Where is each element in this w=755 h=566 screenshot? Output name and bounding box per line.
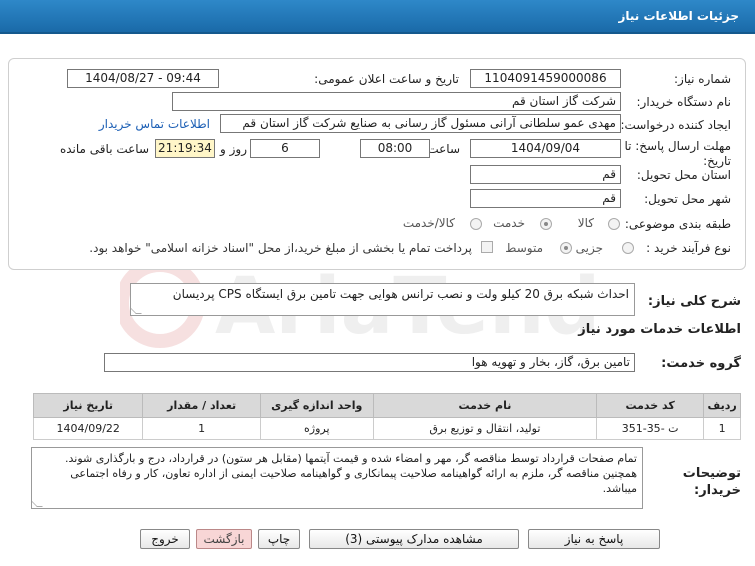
days-remaining-field: 6: [250, 139, 320, 158]
service-group-label: گروه خدمت:: [661, 356, 741, 371]
buyer-contact-link[interactable]: اطلاعات تماس خریدار: [99, 117, 210, 131]
back-button[interactable]: بازگشت: [196, 529, 252, 549]
delivery-city-label: شهر محل تحویل:: [644, 192, 731, 206]
table-cell: پروژه: [259, 417, 374, 440]
notes-label-2: خریدار:: [694, 483, 741, 498]
column-header: تعداد / مقدار: [142, 393, 261, 418]
table-cell: 1: [142, 417, 261, 440]
remaining-time-label: ساعت باقی مانده: [59, 142, 149, 156]
reply-button[interactable]: پاسخ به نیاز: [528, 529, 660, 549]
services-section-title: اطلاعات خدمات مورد نیاز: [578, 322, 741, 337]
page-title: جزئیات اطلاعات نیاز: [618, 9, 739, 23]
need-number-label: شماره نیاز:: [674, 72, 731, 86]
column-header: واحد اندازه گیری: [259, 393, 374, 418]
services-table: ردیف کد خدمت نام خدمت واحد اندازه گیری ت…: [32, 393, 741, 440]
summary-field: احداث شبکه برق 20 کیلو ولت و نصب ترانس ه…: [130, 283, 635, 316]
deadline-time-field: 08:00: [360, 139, 430, 158]
notes-label-1: توضیحات: [682, 466, 741, 481]
table-cell: 1404/09/22: [32, 417, 144, 440]
deadline-date-label: تاریخ:: [703, 154, 731, 168]
exit-button[interactable]: خروج: [140, 529, 190, 549]
need-number-field: 1104091459000086: [470, 69, 621, 88]
column-header: ردیف: [703, 393, 741, 418]
announce-date-label: تاریخ و ساعت اعلان عمومی:: [314, 72, 459, 86]
buyer-notes-text: تمام صفحات قرارداد توسط مناقصه گر، مهر و…: [65, 452, 637, 495]
header-bar: جزئیات اطلاعات نیاز: [0, 0, 755, 34]
category-goods-radio[interactable]: [608, 218, 620, 230]
category-goods-service-radio[interactable]: [470, 218, 482, 230]
treasury-checkbox[interactable]: [481, 241, 493, 253]
table-cell: 1: [703, 417, 741, 440]
delivery-province-label: استان محل تحویل:: [636, 168, 731, 182]
delivery-province-field: قم: [470, 165, 621, 184]
announce-date-field: 1404/08/27 - 09:44: [67, 69, 219, 88]
deadline-date-field: 1404/09/04: [470, 139, 621, 158]
purchase-medium-label: متوسط: [505, 241, 543, 255]
column-header: نام خدمت: [372, 393, 598, 418]
requester-label: ایجاد کننده درخواست:: [620, 118, 731, 132]
days-label: روز و: [220, 142, 247, 156]
summary-label: شرح کلی نیاز:: [647, 294, 741, 309]
deadline-time-label: ساعت: [427, 142, 460, 156]
resize-handle[interactable]: [131, 308, 142, 314]
requester-field: مهدی عمو سلطانی آرانی مسئول گاز رسانی به…: [220, 114, 621, 133]
category-goods-label: کالا: [577, 216, 594, 230]
buyer-org-label: نام دستگاه خریدار:: [636, 95, 732, 109]
table-cell: ت -35-351: [596, 417, 705, 440]
summary-text: احداث شبکه برق 20 کیلو ولت و نصب ترانس ه…: [172, 287, 629, 301]
purchase-type-label: نوع فرآیند خرید :: [646, 241, 731, 255]
column-header: تاریخ نیاز: [32, 393, 144, 418]
column-header: کد خدمت: [596, 393, 705, 418]
treasury-note: پرداخت تمام یا بخشی از مبلغ خرید،از محل …: [89, 241, 472, 255]
buyer-notes-field: تمام صفحات قرارداد توسط مناقصه گر، مهر و…: [31, 447, 643, 509]
purchase-medium-radio[interactable]: [560, 242, 572, 254]
view-attachments-button[interactable]: مشاهده مدارک پیوستی (3): [309, 529, 519, 549]
purchase-minor-radio[interactable]: [622, 242, 634, 254]
category-service-radio[interactable]: [540, 218, 552, 230]
print-button[interactable]: چاپ: [258, 529, 300, 549]
table-cell: تولید، انتقال و توزیع برق: [372, 417, 598, 440]
remaining-time-field: 21:19:34: [155, 139, 215, 158]
table-row: 1 ت -35-351 تولید، انتقال و توزیع برق پر…: [32, 417, 741, 440]
resize-handle[interactable]: [32, 501, 43, 507]
table-header-row: ردیف کد خدمت نام خدمت واحد اندازه گیری ت…: [32, 393, 741, 418]
service-group-field: تامین برق، گاز، بخار و تهویه هوا: [104, 353, 635, 372]
purchase-minor-label: جزیی: [575, 241, 603, 255]
info-panel: [8, 58, 746, 270]
category-service-label: خدمت: [493, 216, 525, 230]
category-goods-service-label: کالا/خدمت: [402, 216, 455, 230]
category-label: طبقه بندی موضوعی:: [624, 217, 731, 231]
buyer-org-field: شرکت گاز استان قم: [172, 92, 621, 111]
deadline-label: مهلت ارسال پاسخ: تا: [624, 139, 731, 153]
delivery-city-field: قم: [470, 189, 621, 208]
